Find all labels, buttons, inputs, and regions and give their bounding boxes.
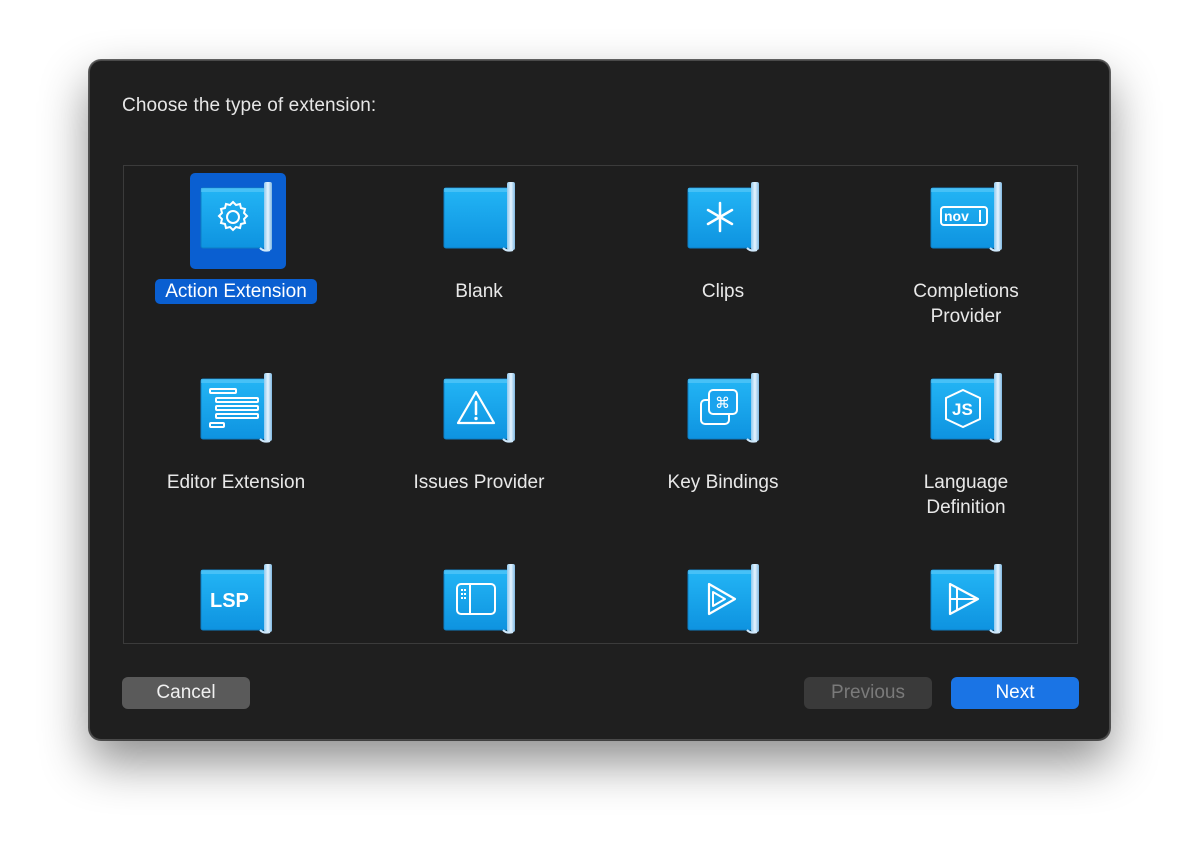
- next-button[interactable]: Next: [951, 677, 1079, 709]
- template-action-extension[interactable]: Action Extension: [126, 166, 346, 356]
- template-label: Key Bindings: [667, 472, 779, 493]
- asterisk-icon: [687, 182, 760, 252]
- template-editor-extension[interactable]: Editor Extension: [126, 357, 346, 547]
- template-language-definition[interactable]: JS Language Definition: [856, 357, 1076, 547]
- warning-icon: [443, 373, 516, 443]
- new-extension-dialog: Choose the type of extension: Action Ext…: [89, 60, 1110, 740]
- js-icon: JS: [930, 373, 1003, 443]
- dialog-prompt: Choose the type of extension:: [122, 95, 377, 116]
- template-label: Completions Provider: [913, 281, 1019, 327]
- blank-icon: [443, 182, 516, 252]
- template-clips[interactable]: Clips: [613, 166, 833, 356]
- template-label: Action Extension: [126, 279, 346, 304]
- play-icon: [687, 564, 760, 634]
- nov-icon: nov: [930, 182, 1003, 252]
- template-label: Clips: [701, 281, 745, 302]
- gear-icon: [200, 182, 273, 252]
- template-lsp[interactable]: LSP: [126, 548, 346, 643]
- cancel-button[interactable]: Cancel: [122, 677, 250, 709]
- template-label: Editor Extension: [166, 472, 306, 493]
- svg-text:nov: nov: [944, 208, 969, 224]
- sidebar-icon: [443, 564, 516, 634]
- template-play[interactable]: [613, 548, 833, 643]
- template-label: Language Definition: [923, 472, 1009, 518]
- template-sidebar[interactable]: [369, 548, 589, 643]
- svg-text:LSP: LSP: [210, 590, 249, 612]
- play-split-icon: [930, 564, 1003, 634]
- template-grid[interactable]: Action Extension Blank Clips nov Complet…: [123, 165, 1078, 644]
- template-label: Issues Provider: [413, 472, 545, 493]
- template-issues-provider[interactable]: Issues Provider: [369, 357, 589, 547]
- lsp-icon: LSP: [200, 564, 273, 634]
- svg-text:⌘: ⌘: [715, 394, 730, 412]
- previous-button[interactable]: Previous: [804, 677, 932, 709]
- text-lines-icon: [200, 373, 273, 443]
- template-label: Blank: [455, 281, 503, 302]
- template-blank[interactable]: Blank: [369, 166, 589, 356]
- template-completions-provider[interactable]: nov Completions Provider: [856, 166, 1076, 356]
- command-key-icon: ⌘: [687, 373, 760, 443]
- template-key-bindings[interactable]: ⌘ Key Bindings: [613, 357, 833, 547]
- template-play-split[interactable]: [856, 548, 1076, 643]
- svg-text:JS: JS: [952, 400, 973, 419]
